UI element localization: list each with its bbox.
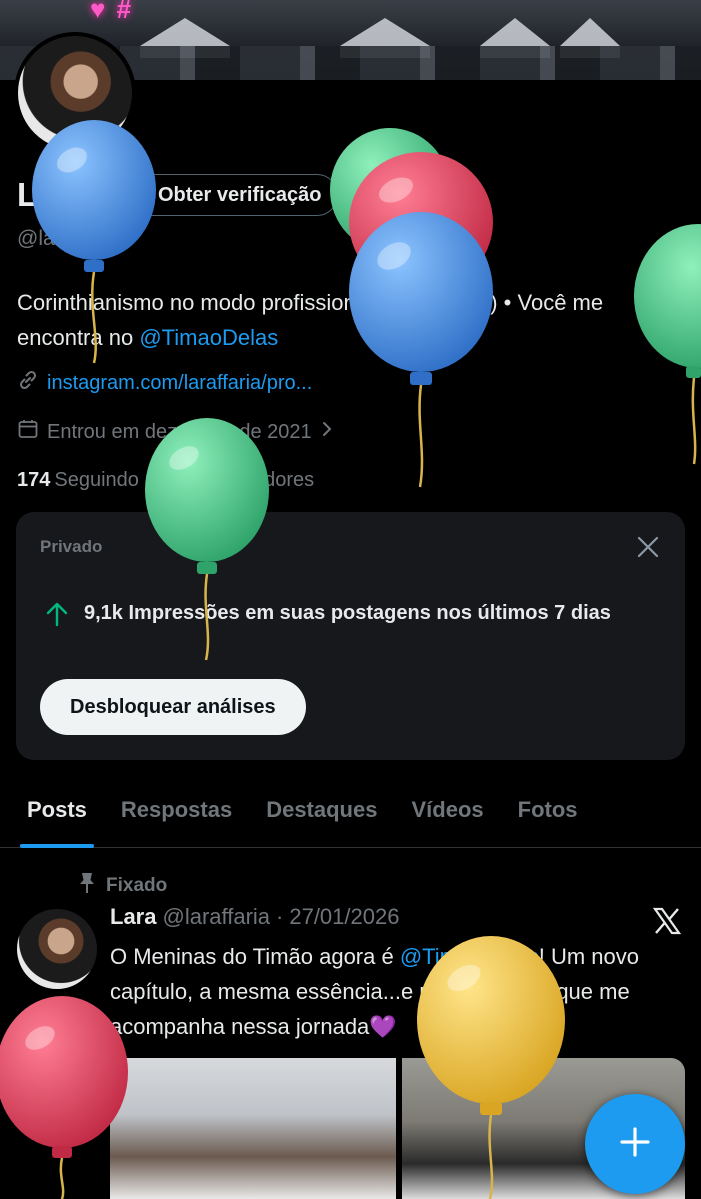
post-header: Lara @laraffaria · 27/01/2026 — [110, 904, 399, 930]
profile-bio: Corinthianismo no modo profissional (e f… — [17, 285, 687, 355]
chevron-right-icon — [320, 420, 334, 444]
tab-photos[interactable]: Fotos — [501, 772, 595, 848]
compose-post-button[interactable] — [585, 1094, 685, 1194]
link-icon — [17, 369, 39, 397]
profile-avatar[interactable] — [14, 32, 136, 154]
tab-replies[interactable]: Respostas — [104, 772, 249, 848]
following-label: Seguindo — [54, 469, 139, 491]
tab-videos[interactable]: Vídeos — [394, 772, 500, 848]
verified-badge-icon — [128, 184, 150, 206]
get-verified-button[interactable]: Obter verificação — [113, 174, 339, 216]
impressions-text: 9,1k Impressões em suas postagens nos úl… — [84, 602, 611, 624]
banner-neon-sign: ♥ # — [90, 0, 134, 24]
joined-text: Entrou em dezembro de 2021 — [47, 420, 312, 443]
post-separator: · — [276, 904, 284, 929]
tab-posts[interactable]: Posts — [10, 772, 104, 848]
post-image[interactable] — [110, 1058, 396, 1199]
post-text: O Meninas do Timão agora é @TimaoDelas! … — [110, 939, 690, 1044]
website-url: instagram.com/laraffaria/pro... — [47, 371, 313, 394]
get-verified-label: Obter verificação — [158, 183, 322, 206]
followers-label: Seguidores — [212, 469, 315, 491]
bio-text: Corinthianismo no modo profissional (e f… — [17, 290, 604, 350]
unlock-analytics-button[interactable]: Desbloquear análises — [40, 679, 306, 735]
followers-link[interactable]: 1.512 Seguidores — [159, 469, 314, 492]
post-text-start: O Meninas do Timão agora é — [110, 944, 400, 969]
bio-mention-link[interactable]: @TimaoDelas — [139, 325, 278, 350]
profile-name: Lara — [17, 176, 87, 213]
post-mention-link[interactable]: @TimaoDelas — [400, 944, 539, 969]
followers-count: 1.512 — [158, 469, 209, 491]
following-link[interactable]: 174 Seguindo — [17, 469, 139, 492]
tab-highlights[interactable]: Destaques — [249, 772, 394, 848]
pin-icon — [78, 872, 96, 900]
profile-website-link[interactable]: instagram.com/laraffaria/pro... — [17, 369, 312, 397]
card-private-label: Privado — [40, 537, 103, 556]
profile-joined-date[interactable]: Entrou em dezembro de 2021 — [17, 418, 334, 446]
x-logo-icon[interactable] — [652, 906, 682, 936]
profile-handle: @laraffaria — [17, 227, 120, 250]
post-author-avatar[interactable] — [17, 909, 97, 989]
following-count: 174 — [17, 469, 51, 491]
follow-stats: 174 Seguindo 1.512 Seguidores — [17, 469, 314, 492]
impressions-stat: 9,1k Impressões em suas postagens nos úl… — [44, 599, 644, 634]
close-icon[interactable] — [635, 534, 661, 560]
calendar-icon — [17, 418, 39, 446]
arrow-up-icon — [44, 599, 70, 634]
post-author-name[interactable]: Lara — [110, 904, 156, 930]
profile-tabs: Posts Respostas Destaques Vídeos Fotos — [0, 772, 701, 848]
pinned-label: Fixado — [106, 875, 168, 896]
analytics-card: Privado 9,1k Impressões em suas postagen… — [16, 512, 685, 760]
post-author-handle[interactable]: @laraffaria — [162, 904, 270, 930]
post-date[interactable]: 27/01/2026 — [289, 904, 399, 930]
plus-icon — [618, 1125, 652, 1164]
pinned-indicator: Fixado — [78, 872, 167, 900]
